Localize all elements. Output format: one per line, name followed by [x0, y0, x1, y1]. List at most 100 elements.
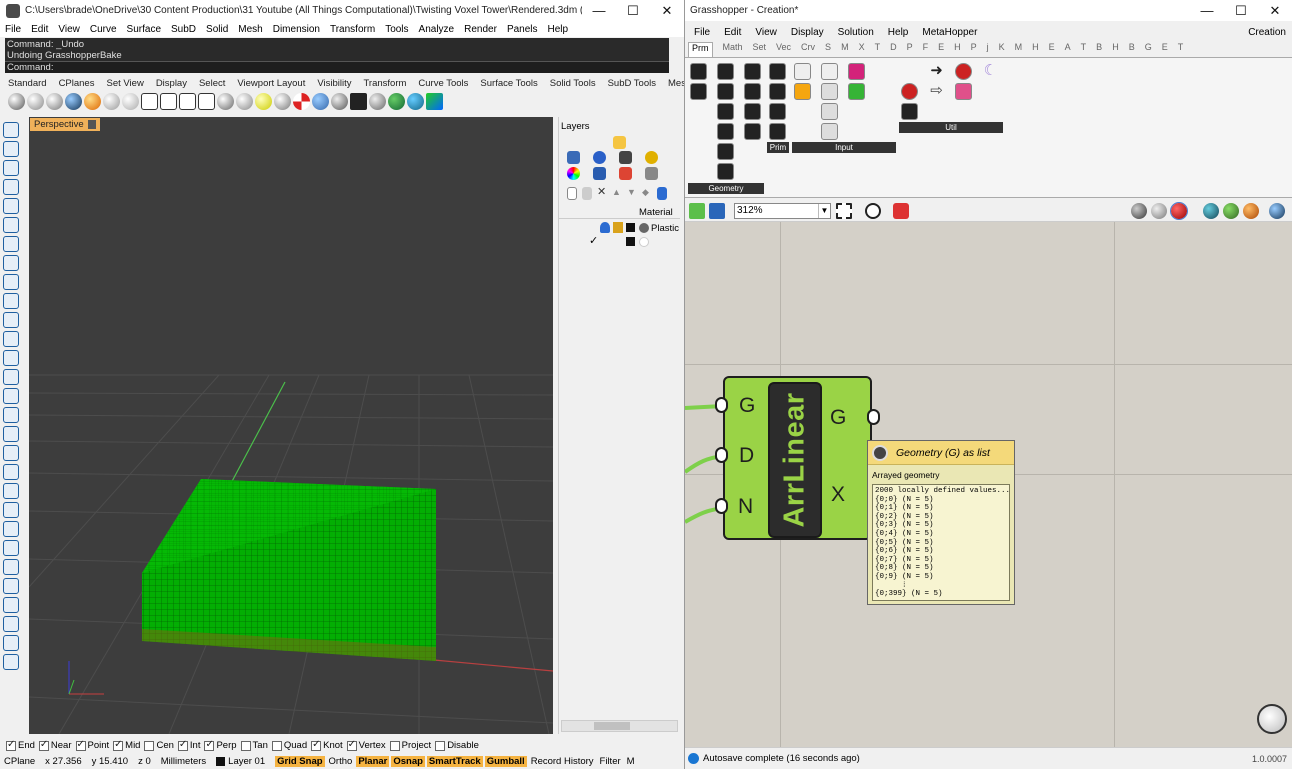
fruit-icon[interactable]: [901, 83, 918, 100]
tab-visibility[interactable]: Visibility: [317, 78, 351, 92]
tab-set[interactable]: Set: [753, 42, 767, 57]
cylinder-icon[interactable]: [3, 369, 19, 385]
color-wheel-icon[interactable]: [567, 167, 580, 180]
pane-grid-snap[interactable]: Grid Snap: [275, 756, 325, 767]
current-layer[interactable]: Layer 01: [216, 756, 265, 767]
osnap-end-checkbox[interactable]: [6, 739, 16, 751]
command-prompt-input[interactable]: Command:: [5, 61, 669, 73]
text-param-icon[interactable]: [769, 123, 786, 140]
save-file-icon[interactable]: [709, 203, 725, 219]
mesh-icon[interactable]: [3, 388, 19, 404]
curve-param-icon[interactable]: [717, 83, 734, 100]
tab-viewport-layout[interactable]: Viewport Layout: [237, 78, 305, 92]
menu-analyze[interactable]: Analyze: [419, 24, 455, 35]
preview-mode-icon[interactable]: [1131, 203, 1147, 219]
shaded-preview-icon[interactable]: [1170, 202, 1188, 220]
environment-icon[interactable]: [312, 93, 329, 110]
wire-sphere-icon[interactable]: [274, 93, 291, 110]
blue-sphere-icon[interactable]: [65, 93, 82, 110]
menu-solid[interactable]: Solid: [206, 24, 228, 35]
gh-menu-display[interactable]: Display: [791, 27, 824, 38]
gh-menu-help[interactable]: Help: [888, 27, 909, 38]
graph-mapper-icon[interactable]: [794, 83, 811, 100]
menu-tools[interactable]: Tools: [385, 24, 408, 35]
new-sublayer-icon[interactable]: [582, 187, 592, 200]
explode-icon[interactable]: [3, 502, 19, 518]
osnap-int[interactable]: Int: [177, 739, 200, 751]
unlock-icon[interactable]: [198, 93, 215, 110]
tab-e[interactable]: E: [938, 42, 944, 57]
tab-p[interactable]: P: [907, 42, 913, 57]
open-file-icon[interactable]: [689, 203, 705, 219]
lock-icon[interactable]: [160, 93, 177, 110]
grid-color-icon[interactable]: [426, 93, 443, 110]
tab-s[interactable]: S: [825, 42, 831, 57]
pane-planar[interactable]: Planar: [356, 756, 390, 767]
brep-param-icon[interactable]: [744, 63, 761, 80]
tab-h2[interactable]: H: [1032, 42, 1039, 57]
osnap-cen[interactable]: Cen: [144, 740, 174, 751]
flask-icon[interactable]: [955, 83, 972, 100]
textures-icon[interactable]: [619, 167, 632, 180]
minimize-button[interactable]: —: [582, 0, 616, 21]
tab-g[interactable]: G: [1145, 42, 1152, 57]
light-sphere-icon[interactable]: [236, 93, 253, 110]
menu-file[interactable]: File: [5, 24, 21, 35]
tab-b2[interactable]: B: [1129, 42, 1135, 57]
osnap-knot-checkbox[interactable]: [311, 739, 322, 751]
scribble-icon[interactable]: [901, 63, 918, 80]
tab-transform[interactable]: Transform: [363, 78, 406, 92]
pane-ortho[interactable]: Ortho: [327, 756, 355, 767]
tab-select[interactable]: Select: [199, 78, 225, 92]
rotate-icon[interactable]: [3, 540, 19, 556]
light-bulb-icon[interactable]: [645, 151, 658, 164]
tab-math[interactable]: Math: [723, 42, 743, 57]
tab-subd-tools[interactable]: SubD Tools: [608, 78, 656, 92]
osnap-project-checkbox[interactable]: [389, 740, 400, 751]
tab-d[interactable]: D: [890, 42, 897, 57]
folder-icon[interactable]: [613, 136, 626, 149]
sketch-pen-icon[interactable]: [893, 203, 909, 219]
mesh-preview-icon[interactable]: [1223, 203, 1239, 219]
eye-icon[interactable]: [141, 93, 158, 110]
tab-b[interactable]: B: [1096, 42, 1102, 57]
panel-icon[interactable]: [821, 63, 838, 80]
wireframe-preview-icon[interactable]: [1151, 203, 1167, 219]
osnap-near[interactable]: Near: [38, 739, 72, 751]
number-param-icon[interactable]: [769, 103, 786, 120]
close-button[interactable]: ✕: [650, 0, 684, 21]
materials-icon[interactable]: [593, 167, 606, 180]
tab-m[interactable]: M: [841, 42, 849, 57]
green-render-icon[interactable]: [388, 93, 405, 110]
osnap-perp[interactable]: Perp: [204, 739, 237, 751]
orange-sphere-icon[interactable]: [84, 93, 101, 110]
tab-f[interactable]: F: [923, 42, 929, 57]
fillet-icon[interactable]: [3, 426, 19, 442]
output-port-g[interactable]: [867, 409, 880, 425]
lock-icon[interactable]: [613, 222, 623, 233]
display-settings-icon[interactable]: [1269, 203, 1285, 219]
tab-p2[interactable]: P: [971, 42, 977, 57]
osnap-near-checkbox[interactable]: [38, 739, 49, 751]
dimension-icon[interactable]: [3, 578, 19, 594]
input-port-d[interactable]: [715, 447, 728, 463]
gh-menu-view[interactable]: View: [755, 27, 777, 38]
teal-render-icon[interactable]: [407, 93, 424, 110]
menu-surface[interactable]: Surface: [127, 24, 161, 35]
delete-icon[interactable]: ✕: [597, 187, 607, 200]
gh-menu-file[interactable]: File: [694, 27, 710, 38]
tab-solid-tools[interactable]: Solid Tools: [550, 78, 596, 92]
menu-view[interactable]: View: [58, 24, 80, 35]
geometry-param-icon[interactable]: [690, 63, 707, 80]
pane-record-history[interactable]: Record History: [529, 756, 596, 767]
options-icon[interactable]: [3, 654, 19, 670]
integer-param-icon[interactable]: [769, 83, 786, 100]
osnap-tan[interactable]: Tan: [240, 740, 268, 751]
input-port-n[interactable]: [715, 498, 728, 514]
tab-set-view[interactable]: Set View: [106, 78, 143, 92]
point-icon[interactable]: [3, 141, 19, 157]
maximize-button[interactable]: ☐: [1224, 0, 1258, 21]
curve-icon[interactable]: [3, 179, 19, 195]
field-param-icon[interactable]: [744, 83, 761, 100]
zoom-select[interactable]: 312% ▼: [734, 203, 831, 219]
